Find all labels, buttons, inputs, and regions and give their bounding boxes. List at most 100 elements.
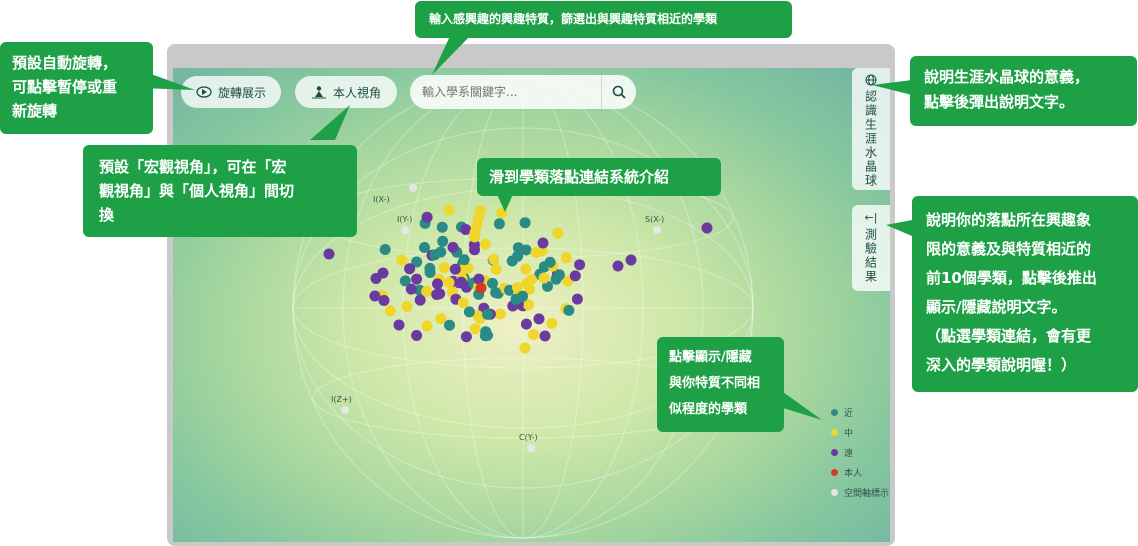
major-point	[463, 306, 475, 318]
major-points	[323, 204, 713, 354]
major-point	[431, 289, 443, 300]
legend-dot	[831, 468, 838, 476]
major-point	[443, 277, 455, 288]
major-point	[525, 274, 537, 285]
major-point	[482, 329, 493, 341]
axis-marker	[401, 226, 409, 234]
legend-item-far[interactable]: 遠	[831, 442, 889, 462]
rotate-button-label: 旋轉展示	[217, 85, 266, 100]
callout-view: 預設「宏觀視角」，可在「宏 觀視角」與「個人視角」間切換	[83, 145, 357, 237]
major-point	[469, 323, 481, 335]
crystal-ball-canvas[interactable]: I(X-) I(Y-) S(X-) I(Z+) C(Y-)	[173, 68, 890, 542]
major-point	[458, 254, 470, 266]
legend-dot	[831, 448, 838, 456]
legend-item-mid[interactable]: 中	[831, 422, 889, 442]
major-point	[455, 276, 467, 288]
axis-marker	[409, 184, 417, 192]
legend-dot	[831, 488, 838, 496]
major-point	[490, 287, 502, 299]
search-input[interactable]	[410, 84, 601, 100]
major-point	[569, 270, 581, 282]
major-point	[449, 263, 461, 275]
major-point	[519, 342, 531, 354]
search-bar	[410, 75, 636, 109]
legend-label: 中	[844, 428, 854, 439]
rotate-icon	[196, 86, 212, 98]
search-icon	[612, 85, 626, 99]
view-toggle-label: 本人視角	[332, 85, 381, 100]
major-point	[414, 294, 426, 306]
legend-item-self[interactable]: 本人	[831, 462, 889, 482]
globe-icon	[865, 74, 877, 86]
axis-label-bottom: C(Y-)	[519, 433, 538, 442]
major-point	[537, 237, 549, 249]
major-point	[488, 253, 500, 265]
major-point	[546, 317, 558, 329]
expand-arrow-icon: ←|	[864, 211, 878, 224]
axis-marker	[527, 444, 535, 452]
major-point	[377, 267, 389, 279]
major-point	[539, 330, 551, 342]
major-point	[393, 319, 405, 331]
callout-search: 輸入感興趣的興趣特質，篩選出與興趣特質相近的學類	[415, 1, 792, 38]
view-toggle-button[interactable]: 本人視角	[295, 76, 397, 108]
major-point	[493, 218, 505, 230]
major-point	[469, 227, 481, 238]
major-point	[432, 278, 443, 290]
legend: 近 中 遠 本人 空間軸標示	[831, 402, 889, 502]
major-point	[443, 204, 455, 216]
major-point	[396, 254, 408, 266]
callout-hover: 滑到學類落點連結系統介紹	[477, 158, 721, 196]
person-view-icon	[311, 86, 326, 99]
major-point	[384, 305, 396, 317]
major-point	[510, 293, 522, 305]
legend-label: 本人	[844, 468, 863, 479]
major-point	[435, 246, 447, 258]
callout-rotate: 預設自動旋轉， 可點擊暫停或重 新旋轉	[0, 42, 153, 134]
major-point	[533, 313, 545, 325]
legend-label: 遠	[844, 448, 854, 459]
major-point	[528, 329, 540, 341]
major-point	[379, 244, 391, 255]
legend-label: 空間軸標示	[844, 488, 890, 499]
legend-dot	[831, 408, 838, 416]
major-point	[411, 273, 423, 285]
crystal-info-tab[interactable]: 認識生涯水晶球	[852, 68, 890, 190]
major-point	[520, 263, 532, 275]
legend-item-axis[interactable]: 空間軸標示	[831, 482, 889, 502]
major-point	[401, 301, 413, 312]
major-point	[519, 217, 531, 229]
major-point	[419, 242, 430, 253]
legend-item-near[interactable]: 近	[831, 402, 889, 422]
major-point	[421, 320, 433, 332]
callout-result: 說明你的落點所在興趣象 限的意義及與特質相近的 前10個學類，點擊後推出 顯示/隱藏說…	[912, 196, 1138, 392]
callout-legend: 點擊顯示/隱藏 與你特質不同相 似程度的學類	[657, 337, 784, 432]
major-point	[444, 319, 455, 331]
callout-crystal: 說明生涯水晶球的意義， 點擊後彈出說明文字。	[910, 56, 1137, 126]
crystal-info-tab-label: 認識生涯水晶球	[863, 90, 878, 188]
legend-label: 近	[844, 408, 854, 419]
major-point	[405, 283, 417, 295]
major-point	[421, 285, 433, 297]
major-point	[552, 227, 564, 239]
major-point	[378, 295, 390, 306]
major-point	[496, 207, 508, 219]
test-result-tab-label: 測驗結果	[863, 228, 878, 284]
axis-marker	[653, 226, 661, 234]
major-point	[520, 318, 532, 330]
major-point	[457, 297, 469, 309]
major-point	[480, 238, 491, 250]
major-point	[563, 304, 575, 316]
major-point	[404, 263, 416, 275]
major-point	[625, 254, 637, 266]
axis-label-right-top: S(X-)	[645, 215, 664, 224]
major-point	[437, 235, 449, 247]
major-point	[574, 259, 586, 271]
test-result-tab[interactable]: ←| 測驗結果	[852, 205, 890, 291]
major-point	[560, 252, 572, 264]
crystal-ball-svg[interactable]: I(X-) I(Y-) S(X-) I(Z+) C(Y-)	[173, 68, 890, 542]
search-button[interactable]	[602, 75, 636, 109]
rotate-button[interactable]: 旋轉展示	[181, 76, 281, 108]
axis-label-top: I(X-)	[373, 195, 390, 204]
axis-marker	[341, 406, 349, 414]
